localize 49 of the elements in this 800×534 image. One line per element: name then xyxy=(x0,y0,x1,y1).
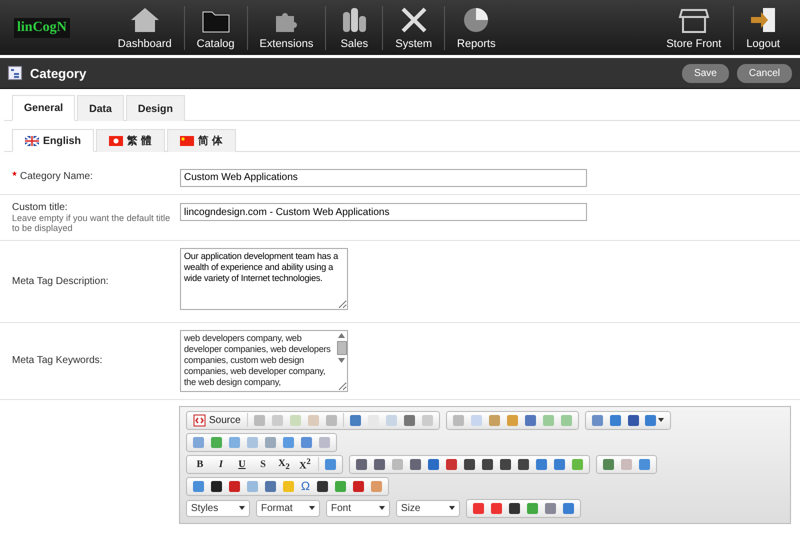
textarea-field[interactable]: Our application development team has a wealth of experience and ability using a wide variety of Internet technologies. xyxy=(180,248,348,310)
dropdown[interactable]: Styles xyxy=(186,500,250,516)
logo[interactable]: linCogN xyxy=(14,18,70,38)
tab[interactable]: Data xyxy=(77,95,124,121)
nav-item[interactable]: Sales xyxy=(326,6,384,50)
code-page-icon xyxy=(193,414,206,426)
nav-item[interactable]: Logout xyxy=(734,6,792,50)
input-field[interactable]: lincogndesign.com - Custom Web Applications xyxy=(180,203,587,221)
dropdown[interactable]: Size xyxy=(396,500,460,516)
field-label: Custom title: xyxy=(12,202,69,212)
nav-item[interactable]: Store Front xyxy=(654,6,734,50)
caret-icon xyxy=(239,506,245,510)
tab[interactable]: Design xyxy=(126,95,185,121)
nav-item[interactable]: Catalog xyxy=(184,6,248,50)
textarea-field[interactable]: web developers company, web developer companies, web developers companies, custom web design companies, web developer company, the web design company, xyxy=(180,330,348,392)
dropdown[interactable]: Format xyxy=(256,500,320,516)
cancel-button[interactable]: Cancel xyxy=(736,64,792,82)
field-label: Meta Tag Description: xyxy=(12,276,110,286)
format-button[interactable]: X$^{2}$ xyxy=(295,456,315,472)
language-tab[interactable]: 简 体 xyxy=(166,129,236,152)
nav-item[interactable]: System xyxy=(383,6,446,50)
nav-item[interactable]: Reports xyxy=(445,6,508,50)
page-title: Category xyxy=(30,66,86,80)
caret-icon xyxy=(449,506,455,510)
field-label: Category Name: xyxy=(12,171,180,182)
house-icon xyxy=(128,6,161,34)
tab[interactable]: General xyxy=(12,95,76,121)
save-button[interactable]: Save xyxy=(682,64,729,82)
format-button[interactable]: I xyxy=(211,456,231,472)
field-hint: Leave empty if you want the default title to be displayed xyxy=(12,212,172,232)
format-button[interactable]: S xyxy=(253,456,273,472)
category-icon xyxy=(8,66,22,80)
scroll-up-icon[interactable] xyxy=(338,332,345,338)
source-button[interactable]: Source xyxy=(190,412,244,428)
caret-icon xyxy=(658,418,664,422)
language-tab[interactable]: English xyxy=(12,129,94,152)
field-label: Meta Tag Keywords: xyxy=(12,355,104,366)
format-button[interactable]: X$_{2}$ xyxy=(274,456,294,472)
format-button[interactable]: U xyxy=(232,456,252,472)
format-button[interactable]: B xyxy=(190,456,210,472)
language-tab[interactable]: 繁 體 xyxy=(96,129,165,152)
caret-icon xyxy=(309,506,315,510)
nav-item[interactable]: Dashboard xyxy=(106,6,185,50)
input-field[interactable]: Custom Web Applications xyxy=(180,168,587,186)
scroll-down-icon[interactable] xyxy=(338,358,345,362)
special-character-button[interactable]: Ω xyxy=(298,478,313,494)
dropdown[interactable]: Font xyxy=(326,500,390,516)
nav-item[interactable]: Extensions xyxy=(248,6,326,50)
caret-icon xyxy=(379,506,385,510)
